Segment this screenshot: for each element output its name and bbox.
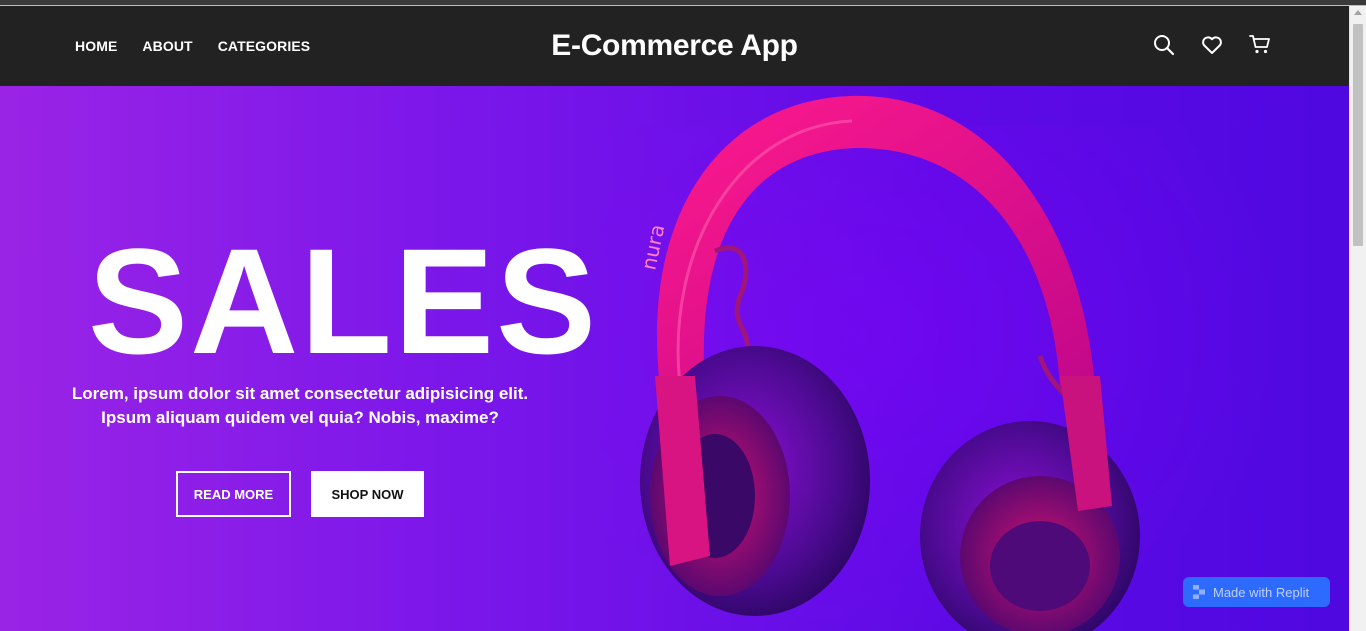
made-with-replit-badge[interactable]: Made with Replit (1183, 577, 1330, 607)
nav-icons (1152, 33, 1272, 57)
heart-icon[interactable] (1200, 33, 1224, 57)
scrollbar-thumb[interactable] (1353, 24, 1363, 246)
replit-logo-icon (1193, 585, 1205, 599)
page-viewport: HOME ABOUT CATEGORIES E-Commerce App nur… (0, 6, 1349, 631)
nav-links: HOME ABOUT CATEGORIES (75, 6, 310, 86)
replit-badge-label: Made with Replit (1213, 584, 1310, 600)
cart-icon[interactable] (1248, 33, 1272, 57)
brand-title: E-Commerce App (551, 29, 798, 62)
vertical-scrollbar[interactable] (1349, 6, 1366, 631)
hero-copy: SALES Lorem, ipsum dolor sit amet consec… (40, 86, 596, 631)
scroll-up-arrow-icon[interactable] (1354, 10, 1362, 15)
hero-description: Lorem, ipsum dolor sit amet consectetur … (71, 384, 529, 427)
hero-section: nura SALES Lorem, ipsum dolor sit amet c… (0, 86, 1349, 631)
hero-title: SALES (88, 217, 599, 385)
headphones-image: nura (636, 95, 1140, 631)
nav-link-about[interactable]: ABOUT (142, 38, 192, 54)
navbar: HOME ABOUT CATEGORIES E-Commerce App (0, 6, 1349, 86)
nav-link-categories[interactable]: CATEGORIES (218, 38, 311, 54)
shop-now-button[interactable]: SHOP NOW (311, 471, 424, 517)
read-more-button[interactable]: READ MORE (176, 471, 291, 517)
search-icon[interactable] (1152, 33, 1176, 57)
nav-link-home[interactable]: HOME (75, 38, 117, 54)
